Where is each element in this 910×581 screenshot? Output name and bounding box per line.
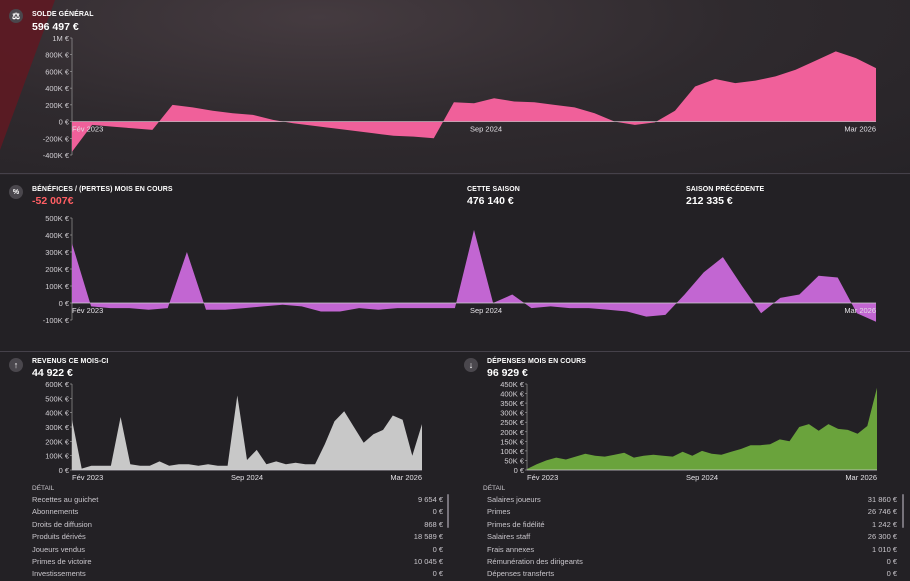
expenses-scrollbar[interactable] [902, 494, 904, 528]
y-tick-label: 200K € [45, 437, 70, 446]
detail-row: Dépenses transferts 0 € [487, 569, 897, 581]
x-tick-label: Mar 2026 [390, 473, 422, 482]
y-tick-label: -400K € [43, 151, 70, 160]
y-tick-label: 600K € [45, 67, 70, 76]
detail-row-value: 1 242 € [871, 519, 897, 529]
x-tick-label: Fév 2023 [72, 473, 103, 482]
detail-row-label: Droits de diffusion [32, 519, 92, 529]
y-tick-label: -100K € [43, 316, 70, 325]
detail-row-label: Produits dérivés [32, 532, 86, 542]
y-tick-label: 100K € [500, 447, 525, 456]
balance-series-area [72, 51, 876, 152]
x-tick-label: Mar 2026 [844, 125, 876, 134]
detail-row-value: 0 € [886, 569, 897, 579]
detail-row-value: 9 654 € [417, 495, 443, 504]
detail-row-value: 18 589 € [413, 532, 443, 542]
x-tick-label: Mar 2026 [845, 473, 877, 482]
detail-row-label: Joueurs vendus [32, 544, 85, 554]
y-tick-label: 300K € [45, 423, 70, 432]
y-tick-label: 600K € [45, 380, 70, 389]
y-tick-label: 450K € [500, 380, 525, 389]
x-tick-label: Sep 2024 [686, 473, 718, 482]
x-tick-label: Fév 2023 [527, 473, 558, 482]
detail-row-label: Salaires joueurs [487, 495, 541, 504]
x-tick-label: Fév 2023 [72, 306, 103, 315]
detail-row: Abonnements 0 € [32, 507, 443, 519]
y-tick-label: 1M € [52, 34, 70, 43]
detail-row-label: Dépenses transferts [487, 569, 555, 579]
detail-row: Rémunération des dirigeants 0 € [487, 557, 897, 569]
detail-row-label: Investissements [32, 569, 86, 579]
revenue-detail-title: DÉTAIL [32, 485, 55, 492]
detail-row-label: Primes de victoire [32, 557, 92, 566]
y-tick-label: 500K € [45, 394, 70, 403]
detail-row-label: Rémunération des dirigeants [487, 557, 583, 566]
expenses-chart: 450K €400K €350K €300K €250K €200K €150K… [500, 380, 877, 482]
expenses-series-area [527, 387, 877, 470]
detail-row-value: 868 € [424, 519, 443, 529]
detail-row-label: Salaires staff [487, 532, 531, 542]
x-tick-label: Mar 2026 [844, 306, 876, 315]
detail-row: Droits de diffusion 868 € [32, 520, 443, 532]
detail-row: Frais annexes 1 010 € [487, 545, 897, 557]
y-tick-label: 150K € [500, 437, 525, 446]
y-tick-label: 400K € [45, 409, 70, 418]
divider [0, 173, 910, 174]
expenses-detail-title: DÉTAIL [483, 485, 506, 492]
x-tick-label: Sep 2024 [231, 473, 263, 482]
detail-row-value: 10 045 € [413, 557, 443, 566]
y-tick-label: 200K € [500, 428, 525, 437]
balance-chart: 1M € 800K € 600K € 400K € 200K € 0 € -200K € -4… [43, 34, 876, 160]
revenue-scrollbar[interactable] [447, 494, 449, 528]
x-tick-label: Sep 2024 [470, 306, 502, 315]
detail-row-label: Frais annexes [487, 544, 535, 554]
detail-row-label: Recettes au guichet [32, 495, 99, 504]
y-tick-label: 350K € [500, 399, 525, 408]
detail-row-value: 0 € [432, 544, 443, 554]
y-tick-label: 50K € [504, 456, 524, 465]
y-tick-label: 300K € [500, 409, 525, 418]
y-tick-label: 100K € [45, 452, 70, 461]
y-tick-label: 200K € [45, 101, 70, 110]
detail-row: Salaires staff 26 300 € [487, 532, 897, 544]
x-tick-label: Fév 2023 [72, 125, 103, 134]
revenue-series-area [72, 395, 422, 470]
detail-row: Recettes au guichet 9 654 € [32, 495, 443, 507]
y-tick-label: 0 € [59, 299, 70, 308]
y-tick-label: 100K € [45, 282, 70, 291]
detail-row-value: 1 010 € [871, 544, 897, 554]
y-tick-label: 400K € [45, 84, 70, 93]
y-tick-label: 800K € [45, 51, 70, 60]
y-tick-label: 0 € [59, 118, 70, 127]
detail-row-value: 31 860 € [867, 495, 897, 504]
detail-row: Investissements 0 € [32, 569, 443, 581]
detail-row: Primes de fidélité 1 242 € [487, 520, 897, 532]
detail-row-value: 0 € [432, 569, 443, 579]
detail-row: Salaires joueurs 31 860 € [487, 495, 897, 507]
detail-row: Produits dérivés 18 589 € [32, 532, 443, 544]
detail-row: Joueurs vendus 0 € [32, 545, 443, 557]
revenue-chart: 600K € 500K € 400K € 300K € 200K € 100K € 0 €F… [45, 380, 422, 482]
y-tick-label: 400K € [500, 390, 525, 399]
detail-row-label: Primes de fidélité [487, 519, 545, 529]
detail-row-value: 26 300 € [867, 532, 897, 542]
detail-row-label: Primes [487, 507, 511, 517]
y-tick-label: 500K € [45, 214, 70, 223]
detail-row-value: 26 746 € [867, 507, 897, 517]
y-tick-label: -200K € [43, 134, 70, 143]
y-tick-label: 250K € [500, 418, 525, 427]
detail-row-value: 0 € [432, 507, 443, 517]
detail-row: Primes 26 746 € [487, 507, 897, 519]
y-tick-label: 400K € [45, 231, 70, 240]
y-tick-label: 200K € [45, 265, 70, 274]
profit-chart: 500K € 400K € 300K € 200K € 100K € 0 € -100K €… [43, 214, 876, 325]
x-tick-label: Sep 2024 [470, 125, 502, 134]
detail-row-value: 0 € [886, 557, 897, 566]
y-tick-label: 0 € [514, 466, 525, 475]
y-tick-label: 0 € [59, 466, 70, 475]
detail-row-label: Abonnements [32, 507, 79, 517]
y-tick-label: 300K € [45, 248, 70, 257]
detail-row: Primes de victoire 10 045 € [32, 557, 443, 569]
